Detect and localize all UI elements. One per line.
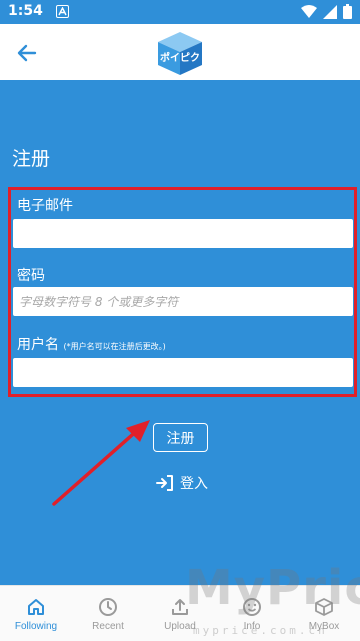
app-logo: ポイピク bbox=[158, 32, 202, 75]
app-bar: ポイピク bbox=[0, 24, 360, 80]
password-label: 密码 bbox=[17, 268, 45, 284]
annotation-arrow-icon bbox=[52, 420, 150, 506]
password-field[interactable] bbox=[13, 287, 353, 316]
page-title: 注册 bbox=[12, 148, 51, 170]
username-label: 用户名 bbox=[17, 337, 59, 353]
arrow-left-icon bbox=[17, 44, 37, 62]
home-icon bbox=[28, 598, 44, 615]
notification-a-icon bbox=[56, 5, 69, 18]
nav-label-info: Info bbox=[243, 620, 261, 632]
nav-item-upload[interactable]: Upload bbox=[144, 586, 216, 641]
wifi-icon bbox=[301, 4, 317, 18]
nav-item-info[interactable]: Info bbox=[216, 586, 288, 641]
nav-label-following: Following bbox=[14, 620, 58, 632]
box-icon bbox=[315, 597, 333, 616]
nav-item-mybox[interactable]: MyBox bbox=[288, 586, 360, 641]
nav-label-upload: Upload bbox=[164, 620, 196, 632]
login-link[interactable]: 登入 bbox=[156, 472, 208, 494]
login-icon bbox=[156, 475, 173, 491]
status-time: 1:54 bbox=[8, 3, 43, 19]
bottom-nav: Following Recent Upload Info MyBox bbox=[0, 585, 360, 641]
email-field[interactable] bbox=[13, 219, 353, 248]
nav-item-recent[interactable]: Recent bbox=[72, 586, 144, 641]
battery-icon bbox=[343, 4, 352, 19]
username-hint: (*用户名可以在注册后更改。) bbox=[63, 342, 166, 351]
register-button[interactable]: 注册 bbox=[153, 423, 208, 452]
nav-label-mybox: MyBox bbox=[308, 620, 340, 632]
username-field[interactable] bbox=[13, 358, 353, 387]
nav-label-recent: Recent bbox=[92, 620, 124, 632]
registration-form: 电子邮件 密码 用户名 (*用户名可以在注册后更改。) bbox=[8, 187, 357, 397]
email-label: 电子邮件 bbox=[17, 198, 73, 214]
logo-text: ポイピク bbox=[160, 51, 200, 64]
clock-icon bbox=[99, 597, 117, 616]
nav-item-following[interactable]: Following bbox=[0, 586, 72, 641]
status-icons bbox=[301, 4, 352, 19]
upload-icon bbox=[172, 598, 188, 615]
login-label: 登入 bbox=[180, 476, 208, 492]
cell-signal-icon bbox=[323, 4, 337, 19]
smile-icon bbox=[243, 597, 261, 616]
status-bar: 1:54 bbox=[0, 0, 360, 24]
back-button[interactable] bbox=[12, 38, 42, 68]
username-label-row: 用户名 (*用户名可以在注册后更改。) bbox=[17, 334, 166, 354]
